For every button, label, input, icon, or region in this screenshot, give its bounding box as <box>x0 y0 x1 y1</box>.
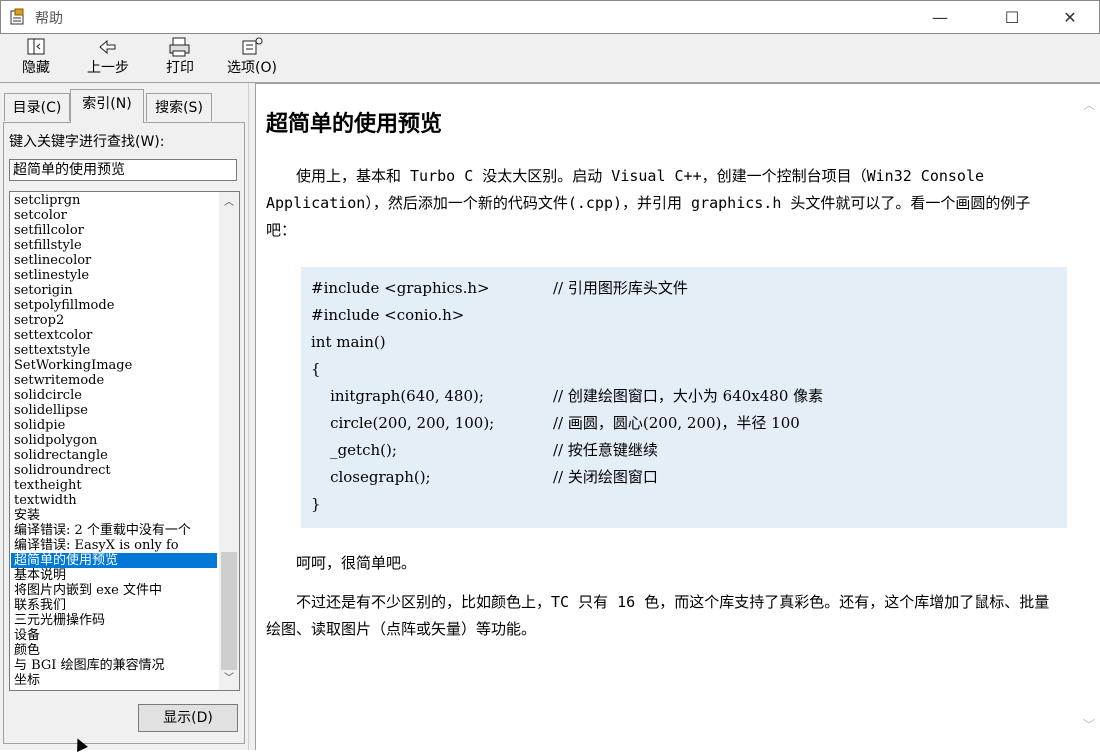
content-scroll-up-icon[interactable]: ︿ <box>1078 94 1100 116</box>
index-list-item[interactable]: setwritemode <box>11 373 217 388</box>
nav-tabs: 目录(C) 索引(N) 搜索(S) <box>0 83 248 123</box>
tab-index[interactable]: 索引(N) <box>70 89 144 123</box>
index-list-item[interactable]: 安装 <box>11 508 217 523</box>
index-list-item[interactable]: setlinestyle <box>11 268 217 283</box>
keyword-label: 键入关键字进行查找(W): <box>9 134 165 150</box>
index-list-item[interactable]: solidrectangle <box>11 448 217 463</box>
code-line: _getch(); <box>311 441 397 459</box>
index-list-item[interactable]: setcolor <box>11 208 217 223</box>
hide-button[interactable]: 隐藏 <box>14 36 58 80</box>
index-list-item[interactable]: SetWorkingImage <box>11 358 217 373</box>
code-comment: // 画圆，圆心(200, 200)，半径 100 <box>553 414 800 432</box>
index-list: setcliprgn setcolor setfillcolor setfillsty… <box>11 193 217 688</box>
content-scrollbar[interactable]: ︿ ﹀ <box>1078 84 1100 749</box>
navigation-pane: 目录(C) 索引(N) 搜索(S) 键入关键字进行查找(W): 超简单的使用预览… <box>0 83 248 750</box>
tab-search[interactable]: 搜索(S) <box>146 93 212 121</box>
index-list-item[interactable]: 基本说明 <box>11 568 217 583</box>
scroll-down-icon[interactable]: ﹀ <box>219 670 239 688</box>
index-list-item[interactable]: setfillcolor <box>11 223 217 238</box>
index-list-item[interactable]: setpolyfillmode <box>11 298 217 313</box>
close-icon: ✕ <box>1063 7 1077 27</box>
code-line: int main() <box>311 333 386 351</box>
code-line: circle(200, 200, 100); <box>311 414 495 432</box>
index-list-item[interactable]: setcliprgn <box>11 193 217 208</box>
index-list-item[interactable]: 联系我们 <box>11 598 217 613</box>
code-line: initgraph(640, 480); <box>311 387 484 405</box>
index-list-item[interactable]: 将图片内嵌到 exe 文件中 <box>11 583 217 598</box>
printer-icon <box>169 37 190 57</box>
code-line: #include <graphics.h> <box>311 279 490 297</box>
options-icon <box>242 37 263 55</box>
display-button[interactable]: 显示(D) <box>138 704 238 732</box>
intro-paragraph: 使用上，基本和 Turbo C 没太大区别。启动 Visual C++，创建一个… <box>266 167 1031 239</box>
code-line: { <box>311 360 321 378</box>
index-list-item[interactable]: setlinecolor <box>11 253 217 268</box>
maximize-icon: ☐ <box>1004 7 1020 27</box>
index-list-item[interactable]: textheight <box>11 478 217 493</box>
code-block: #include <graphics.h> // 引用图形库头文件 #include… <box>301 267 1067 528</box>
code-comment: // 关闭绘图窗口 <box>553 468 658 486</box>
index-list-item[interactable]: settextstyle <box>11 343 217 358</box>
index-scrollbar[interactable]: ︿ ﹀ <box>219 192 239 690</box>
index-list-item[interactable]: solidroundrect <box>11 463 217 478</box>
scroll-up-icon[interactable]: ︿ <box>219 194 239 212</box>
code-comment: // 创建绘图窗口，大小为 640x480 像素 <box>553 387 824 405</box>
minimize-icon: — <box>932 7 948 27</box>
index-list-item[interactable]: setorigin <box>11 283 217 298</box>
index-list-item[interactable]: 编译错误: EasyX is only fo <box>11 538 217 553</box>
index-list-item[interactable]: 颜色 <box>11 643 217 658</box>
index-list-item[interactable]: 与 BGI 绘图库的兼容情况 <box>11 658 217 673</box>
print-button[interactable]: 打印 <box>160 36 200 80</box>
content-scroll-down-icon[interactable]: ﹀ <box>1078 714 1100 736</box>
index-list-item[interactable]: 编译错误: 2 个重载中没有一个 <box>11 523 217 538</box>
index-list-item[interactable]: setfillstyle <box>11 238 217 253</box>
scroll-thumb[interactable] <box>221 552 237 670</box>
index-list-item[interactable]: settextcolor <box>11 328 217 343</box>
hide-icon <box>27 38 45 55</box>
index-list-item[interactable]: solidellipse <box>11 403 217 418</box>
code-comment: // 按任意键继续 <box>553 441 658 459</box>
keyword-input[interactable]: 超简单的使用预览 <box>9 159 237 181</box>
index-list-item[interactable]: 坐标 <box>11 673 217 688</box>
close-button[interactable]: ✕ <box>1047 1 1093 33</box>
summary-paragraph: 呵呵，很简单吧。 <box>296 554 417 572</box>
maximize-button[interactable]: ☐ <box>989 1 1035 33</box>
index-list-item[interactable]: 超简单的使用预览 <box>11 553 217 568</box>
minimize-button[interactable]: — <box>917 1 963 33</box>
topic-content: 超简单的使用预览 使用上，基本和 Turbo C 没太大区别。启动 Visual… <box>256 83 1100 750</box>
help-book-icon <box>10 8 24 25</box>
code-comment: // 引用图形库头文件 <box>553 279 688 297</box>
code-line: closegraph(); <box>311 468 431 486</box>
code-line: #include <conio.h> <box>311 306 465 324</box>
index-list-item[interactable]: textwidth <box>11 493 217 508</box>
toolbar: 隐藏 上一步 打印 选项(O) <box>0 34 1100 83</box>
index-listbox[interactable]: setcliprgn setcolor setfillcolor setfillsty… <box>9 191 240 691</box>
differences-paragraph: 不过还是有不少区别的，比如颜色上，TC 只有 16 色，而这个库支持了真彩色。还… <box>266 593 1050 638</box>
index-list-item[interactable]: solidcircle <box>11 388 217 403</box>
code-line: } <box>311 495 321 513</box>
title-bar: 帮助 — ☐ ✕ <box>0 0 1100 34</box>
index-panel: 键入关键字进行查找(W): 超简单的使用预览 setcliprgn setcolo… <box>3 122 245 744</box>
back-button[interactable]: 上一步 <box>82 36 134 80</box>
index-list-item[interactable]: 三元光栅操作码 <box>11 613 217 628</box>
back-arrow-icon <box>99 39 116 55</box>
pane-splitter[interactable] <box>248 83 256 750</box>
tab-contents[interactable]: 目录(C) <box>4 93 70 121</box>
index-list-item[interactable]: 设备 <box>11 628 217 643</box>
index-list-item[interactable]: solidpie <box>11 418 217 433</box>
options-button[interactable]: 选项(O) <box>222 36 282 80</box>
index-list-item[interactable]: solidpolygon <box>11 433 217 448</box>
index-list-item[interactable]: setrop2 <box>11 313 217 328</box>
page-title: 超简单的使用预览 <box>266 111 443 137</box>
window-title: 帮助 <box>35 11 63 27</box>
